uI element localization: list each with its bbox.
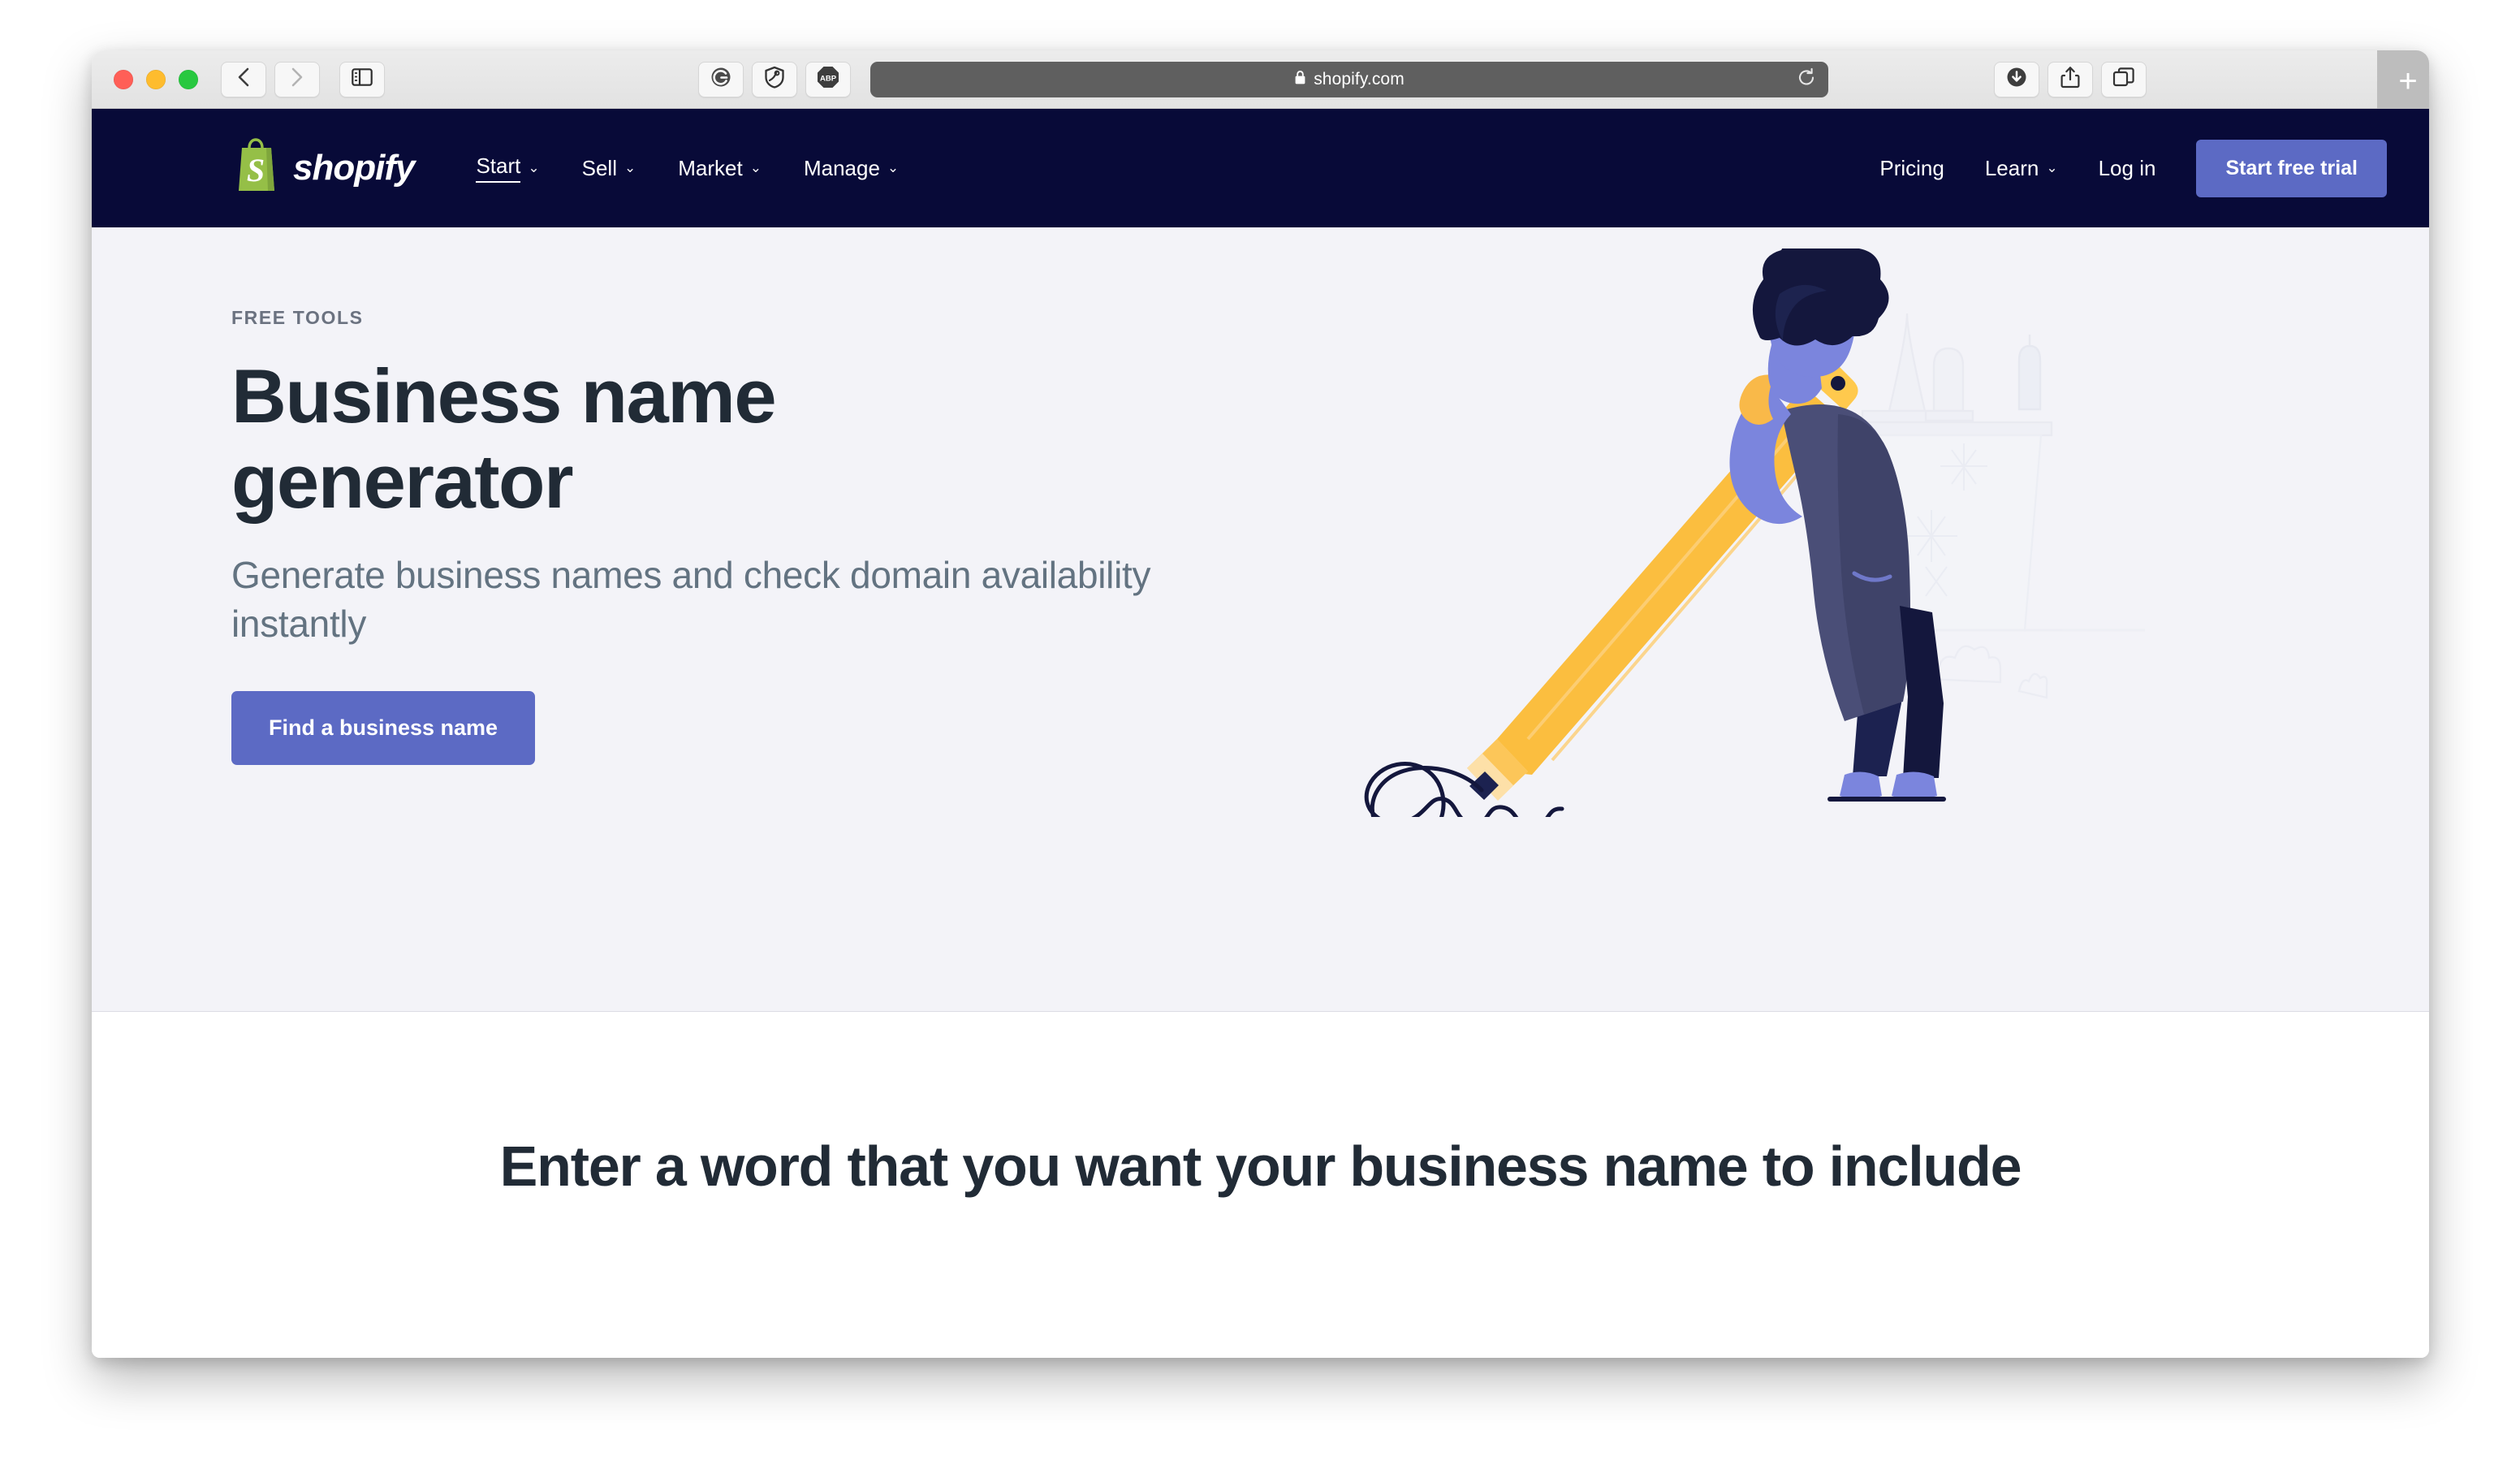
tool-section-heading: Enter a word that you want your business… <box>499 1134 2022 1198</box>
navigation-buttons <box>221 61 320 97</box>
close-window-button[interactable] <box>114 69 133 89</box>
window-controls <box>114 69 198 89</box>
chevron-down-icon: ⌄ <box>2046 160 2058 175</box>
tab-overview-icon <box>2112 67 2135 92</box>
hero-title-line-1: Business name <box>231 353 777 439</box>
nav-item-pricing[interactable]: Pricing <box>1879 156 1944 181</box>
grammarly-extension-icon <box>710 66 732 93</box>
desktop-backdrop: ABP shopify.com + S shopify Start ⌄ Sell… <box>0 0 2520 1478</box>
site-navigation-bar: S shopify Start ⌄ Sell ⌄ Market ⌄ Manage… <box>92 109 2429 227</box>
secondary-nav: Pricing Learn ⌄ Log in Start free trial <box>1879 139 2387 197</box>
chevron-down-icon: ⌄ <box>887 160 900 175</box>
zoom-window-button[interactable] <box>179 69 198 89</box>
shopify-brand-link[interactable]: S shopify <box>231 137 415 200</box>
browser-toolbar: ABP shopify.com + <box>92 50 2429 112</box>
browser-extensions: ABP <box>698 61 851 97</box>
nav-item-login-label: Log in <box>2098 155 2156 180</box>
nav-item-start[interactable]: Start ⌄ <box>476 153 540 183</box>
address-bar[interactable]: shopify.com <box>870 61 1828 97</box>
sidebar-toggle-button[interactable] <box>339 61 385 97</box>
sidebar-toggle-icon <box>352 68 373 90</box>
primary-nav: Start ⌄ Sell ⌄ Market ⌄ Manage ⌄ <box>476 153 899 183</box>
back-chevron-icon <box>235 67 252 92</box>
page-content: S shopify Start ⌄ Sell ⌄ Market ⌄ Manage… <box>92 109 2429 1358</box>
nav-item-manage-label: Manage <box>803 155 880 180</box>
nav-item-login[interactable]: Log in <box>2099 156 2156 181</box>
chevron-down-icon: ⌄ <box>624 160 636 175</box>
downloads-button[interactable] <box>1994 61 2039 97</box>
share-button[interactable] <box>2048 61 2093 97</box>
new-tab-button[interactable]: + <box>2377 50 2429 112</box>
sidebar-button-group <box>339 61 385 97</box>
back-button[interactable] <box>221 61 266 97</box>
tab-overview-button[interactable] <box>2101 61 2147 97</box>
nav-item-learn-label: Learn <box>1984 155 2039 180</box>
nav-item-pricing-label: Pricing <box>1879 155 1944 180</box>
privacy-shield-extension-icon <box>764 66 785 93</box>
nav-item-market[interactable]: Market ⌄ <box>678 156 762 181</box>
toolbar-right-buttons <box>1994 61 2147 97</box>
hero-section: FREE TOOLS Business name generator Gener… <box>92 227 2429 1012</box>
find-a-business-name-button[interactable]: Find a business name <box>231 690 536 765</box>
nav-item-sell[interactable]: Sell ⌄ <box>582 156 636 181</box>
downloads-icon <box>2005 66 2028 93</box>
share-icon <box>2060 66 2080 93</box>
svg-text:ABP: ABP <box>820 75 837 84</box>
page-title: Business name generator <box>231 353 1287 525</box>
shopify-bag-logo-icon: S <box>231 137 282 200</box>
nav-item-market-label: Market <box>678 155 743 180</box>
hero-subtitle: Generate business names and check domain… <box>231 553 1151 646</box>
nav-item-start-label: Start <box>476 153 521 183</box>
adblock-plus-extension-button[interactable]: ABP <box>805 61 851 97</box>
tool-section: Enter a word that you want your business… <box>92 1012 2429 1199</box>
nav-item-sell-label: Sell <box>581 155 617 180</box>
nav-item-manage[interactable]: Manage ⌄ <box>804 156 899 181</box>
grammarly-extension-button[interactable] <box>698 61 744 97</box>
address-bar-url: shopify.com <box>1314 69 1405 89</box>
woman-drawing-with-giant-pencil-illustration <box>1284 234 2340 844</box>
nav-item-learn[interactable]: Learn ⌄ <box>1985 156 2058 181</box>
start-free-trial-button[interactable]: Start free trial <box>2196 139 2387 197</box>
hero-copy: FREE TOOLS Business name generator Gener… <box>231 307 1287 765</box>
hero-eyebrow: FREE TOOLS <box>231 307 364 328</box>
hero-title-line-2: generator <box>231 439 574 525</box>
adblock-plus-extension-icon: ABP <box>816 65 840 93</box>
chevron-down-icon: ⌄ <box>749 160 762 175</box>
chevron-down-icon: ⌄ <box>528 160 540 175</box>
shopify-wordmark: shopify <box>293 148 415 188</box>
forward-chevron-icon <box>289 67 305 92</box>
privacy-shield-extension-button[interactable] <box>752 61 797 97</box>
forward-button[interactable] <box>274 61 320 97</box>
browser-window: ABP shopify.com + S shopify Start ⌄ Sell… <box>92 50 2429 1358</box>
minimize-window-button[interactable] <box>146 69 166 89</box>
svg-text:S: S <box>247 152 265 188</box>
reload-icon[interactable] <box>1796 67 1817 92</box>
lock-icon <box>1294 70 1306 89</box>
